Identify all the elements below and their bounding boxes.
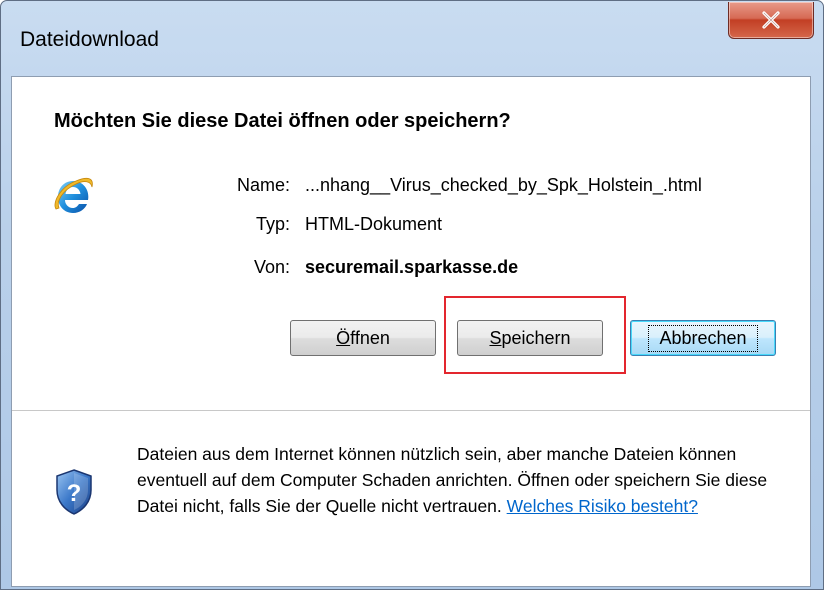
- file-name-label: Name:: [236, 175, 290, 195]
- security-warning-text: Dateien aus dem Internet können nützlich…: [137, 441, 777, 519]
- window-title: Dateidownload: [20, 28, 159, 51]
- risk-info-link[interactable]: Welches Risiko besteht?: [507, 496, 698, 516]
- svg-text:?: ?: [67, 480, 82, 507]
- dialog-body: Möchten Sie diese Datei öffnen oder spei…: [11, 76, 811, 587]
- cancel-button-label: Abbrechen: [648, 324, 758, 352]
- security-warning-section: ? Dateien aus dem Internet können nützli…: [12, 411, 810, 586]
- dialog-question: Möchten Sie diese Datei öffnen oder spei…: [54, 110, 511, 132]
- close-button[interactable]: [728, 2, 814, 39]
- file-type-label: Typ:: [255, 214, 290, 234]
- file-source-value: securemail.sparkasse.de: [305, 257, 519, 277]
- file-name-value: ...nhang__Virus_checked_by_Spk_Holstein_…: [305, 175, 702, 195]
- open-button[interactable]: Öffnen: [290, 320, 436, 356]
- title-bar[interactable]: Dateidownload: [1, 1, 823, 75]
- cancel-button[interactable]: Abbrechen: [630, 320, 776, 356]
- save-button[interactable]: Speichern: [457, 320, 603, 356]
- close-icon: [762, 11, 780, 29]
- file-type-value: HTML-Dokument: [305, 214, 443, 234]
- security-shield-question-icon: ?: [56, 469, 92, 515]
- file-download-dialog: Dateidownload Möchten Sie diese Datei öf…: [0, 0, 824, 590]
- internet-explorer-icon: [54, 177, 93, 213]
- save-button-label: Speichern: [489, 327, 571, 348]
- file-source-label: Von:: [253, 257, 290, 277]
- open-button-label: Öffnen: [336, 327, 390, 348]
